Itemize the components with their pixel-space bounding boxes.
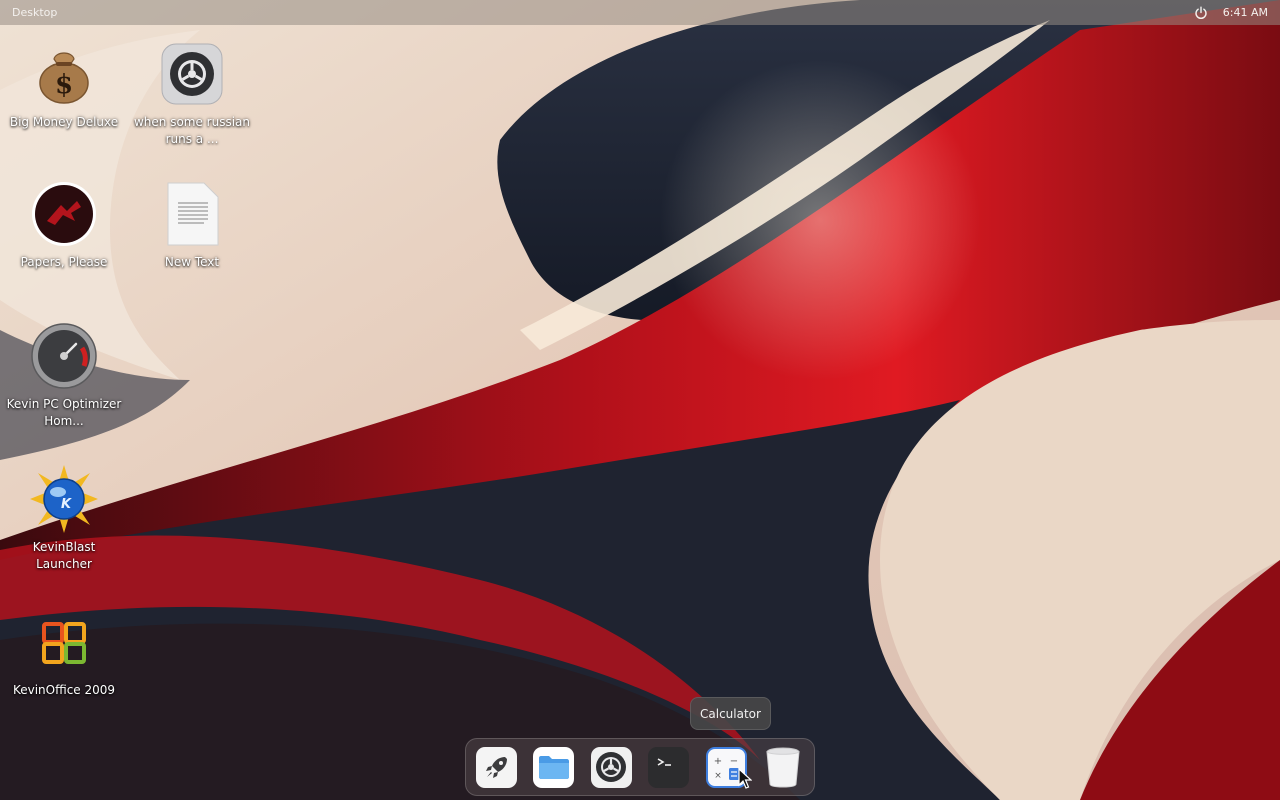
dock-trash[interactable] [763, 747, 804, 788]
dock: + − × [465, 738, 815, 796]
globe-burst-icon: K [28, 463, 100, 535]
panel-title: Desktop [12, 6, 58, 19]
desktop-icon-new-text[interactable]: New Text [128, 178, 256, 271]
gear-icon [156, 38, 228, 110]
svg-text:−: − [730, 756, 738, 767]
svg-text:×: × [714, 771, 722, 781]
office-icon [28, 606, 100, 678]
desktop-icon-papers-please[interactable]: Papers, Please [0, 178, 128, 271]
desktop-icon-label: New Text [164, 255, 220, 269]
gauge-icon [28, 320, 100, 392]
text-file-icon [156, 178, 228, 250]
power-icon[interactable] [1194, 5, 1209, 20]
desktop-icon-label: Kevin PC Optimizer Hom... [6, 397, 122, 428]
svg-text:K: K [61, 497, 72, 512]
dock-launcher[interactable] [476, 746, 517, 788]
desktop-icon-kevin-pc-optimizer[interactable]: Kevin PC Optimizer Hom... [0, 320, 128, 430]
desktop-icon-kevinblast-launcher[interactable]: K KevinBlast Launcher [0, 463, 128, 573]
folder-icon [538, 756, 569, 779]
dock-terminal[interactable] [648, 746, 690, 788]
dock-settings[interactable] [590, 746, 632, 788]
desktop-icon-label: KevinBlast Launcher [32, 540, 96, 571]
desktop-icon-kevinoffice-2009[interactable]: KevinOffice 2009 [0, 606, 128, 699]
trash-icon [766, 747, 801, 788]
svg-text:$: $ [55, 70, 73, 100]
top-panel: Desktop 6:41 AM [0, 0, 1280, 25]
desktop-icon-label: when some russian runs a ... [133, 115, 251, 146]
svg-text:+: + [714, 756, 722, 767]
dock-files[interactable] [533, 746, 575, 788]
gear-icon [596, 752, 627, 782]
clock[interactable]: 6:41 AM [1223, 6, 1268, 19]
desktop-icon-label: Papers, Please [20, 255, 108, 269]
desktop-icon-big-money-deluxe[interactable]: $ Big Money Deluxe [0, 38, 128, 131]
desktop-icon-russian[interactable]: when some russian runs a ... [128, 38, 256, 148]
dock-tooltip: Calculator [690, 697, 771, 730]
mouse-cursor [738, 768, 752, 789]
money-bag-icon: $ [28, 38, 100, 110]
papers-please-icon [28, 178, 100, 250]
rocket-icon [485, 757, 507, 778]
terminal-icon [657, 758, 671, 766]
desktop-icon-label: Big Money Deluxe [9, 115, 119, 129]
desktop-icon-label: KevinOffice 2009 [12, 683, 116, 697]
